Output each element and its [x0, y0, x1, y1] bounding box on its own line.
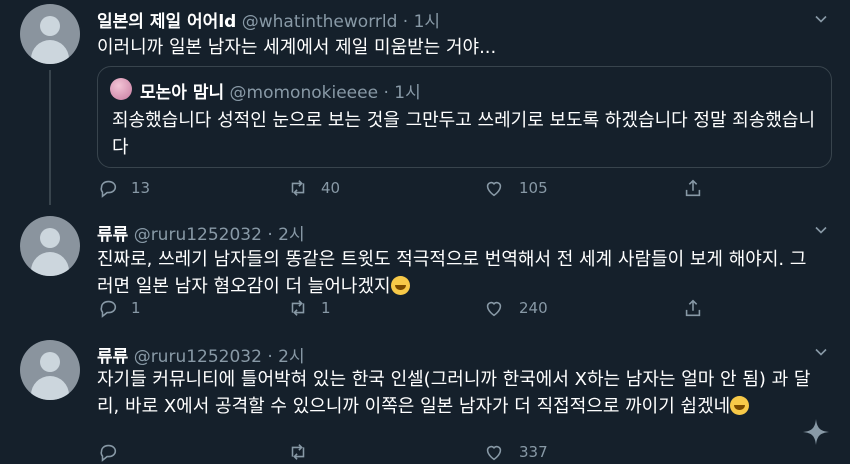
sparkle-icon[interactable]	[802, 418, 830, 446]
reply-button[interactable]	[97, 440, 131, 464]
action-bar: 337	[97, 440, 737, 464]
tweet-1[interactable]: 일본의 제일 어어ld @whatintheworrld · 1시 이러니까 일…	[0, 0, 850, 205]
like-button[interactable]: 337	[483, 440, 548, 464]
quote-text: 죄송했습니다 성적인 눈으로 보는 것을 그만두고 쓰레기로 보도록 하겠습니다…	[112, 110, 816, 158]
like-count: 105	[519, 179, 548, 197]
timestamp[interactable]: 2시	[278, 347, 304, 367]
quote-avatar	[110, 78, 132, 100]
reply-icon	[100, 180, 117, 198]
quote-handle: @momonokieeee	[229, 83, 379, 103]
grinning-emoji-icon	[730, 396, 750, 415]
grinning-emoji-icon	[390, 276, 410, 295]
quote-separator: ·	[383, 83, 389, 103]
reply-count: 1	[131, 299, 141, 317]
like-button[interactable]: 105	[483, 176, 548, 200]
tweet-3[interactable]: 류류 @ruru1252032 · 2시 자기들 커뮤니티에 틀어박혀 있는 한…	[0, 336, 850, 464]
action-bar: 1 1 240	[97, 296, 737, 320]
heart-icon	[486, 301, 502, 317]
display-name[interactable]: 일본의 제일 어어ld	[97, 12, 236, 32]
share-icon	[685, 299, 701, 317]
retweet-button[interactable]: 1	[287, 296, 331, 320]
chevron-down-icon[interactable]	[814, 223, 828, 237]
tweet-header: 일본의 제일 어어ld @whatintheworrld · 1시	[97, 7, 440, 32]
tweet-text: 진짜로, 쓰레기 남자들의 똥같은 트윗도 적극적으로 번역해서 전 세계 사람…	[97, 246, 820, 300]
handle[interactable]: @ruru1252032	[134, 347, 262, 367]
like-count: 337	[519, 443, 548, 461]
retweet-count: 1	[321, 299, 331, 317]
heart-icon	[486, 181, 502, 197]
avatar[interactable]	[20, 340, 80, 400]
tweet-header: 류류 @ruru1252032 · 2시	[97, 342, 305, 367]
tweet-text-body: 자기들 커뮤니티에 틀어박혀 있는 한국 인셀(그러니까 한국에서 X하는 남자…	[97, 369, 811, 417]
chevron-down-icon[interactable]	[814, 12, 828, 26]
handle[interactable]: @ruru1252032	[134, 225, 262, 245]
display-name[interactable]: 류류	[97, 347, 128, 367]
quoted-tweet[interactable]: 모논아 맘니 @momonokieeee · 1시 죄송했습니다 성적인 눈으로…	[97, 66, 832, 168]
tweet-text-body: 진짜로, 쓰레기 남자들의 똥같은 트윗도 적극적으로 번역해서 전 세계 사람…	[97, 249, 807, 297]
reply-icon	[100, 444, 117, 462]
reply-button[interactable]: 13	[97, 176, 150, 200]
timestamp[interactable]: 1시	[414, 12, 440, 32]
separator: ·	[267, 347, 273, 367]
tweet-header: 류류 @ruru1252032 · 2시	[97, 220, 305, 245]
reply-icon	[100, 300, 117, 318]
retweet-icon	[291, 300, 305, 316]
retweet-count: 40	[321, 179, 341, 197]
avatar[interactable]	[20, 4, 80, 64]
share-icon	[685, 179, 701, 197]
quote-timestamp: 1시	[394, 83, 421, 103]
reply-button[interactable]: 1	[97, 296, 141, 320]
quote-display-name: 모논아 맘니	[140, 83, 225, 103]
heart-icon	[486, 445, 502, 461]
retweet-button[interactable]	[287, 440, 321, 464]
chevron-down-icon[interactable]	[814, 345, 828, 359]
handle[interactable]: @whatintheworrld	[242, 12, 398, 32]
quote-header: 모논아 맘니 @momonokieeee · 1시	[140, 78, 421, 103]
retweet-button[interactable]: 40	[287, 176, 340, 200]
display-name[interactable]: 류류	[97, 225, 128, 245]
share-button[interactable]	[682, 176, 716, 200]
separator: ·	[267, 225, 273, 245]
like-button[interactable]: 240	[483, 296, 548, 320]
tweet-text: 이러니까 일본 남자는 세계에서 제일 미움받는 거야...	[97, 37, 497, 58]
tweet-2[interactable]: 류류 @ruru1252032 · 2시 진짜로, 쓰레기 남자들의 똥같은 트…	[0, 206, 850, 336]
share-button[interactable]	[682, 296, 716, 320]
tweet-text: 자기들 커뮤니티에 틀어박혀 있는 한국 인셀(그러니까 한국에서 X하는 남자…	[97, 366, 820, 420]
thread-line	[49, 70, 51, 205]
retweet-icon	[291, 180, 305, 196]
action-bar: 13 40 105	[97, 176, 737, 200]
timestamp[interactable]: 2시	[278, 225, 304, 245]
separator: ·	[402, 12, 409, 32]
reply-count: 13	[131, 179, 151, 197]
avatar[interactable]	[20, 216, 80, 276]
retweet-icon	[291, 444, 305, 460]
like-count: 240	[519, 299, 548, 317]
